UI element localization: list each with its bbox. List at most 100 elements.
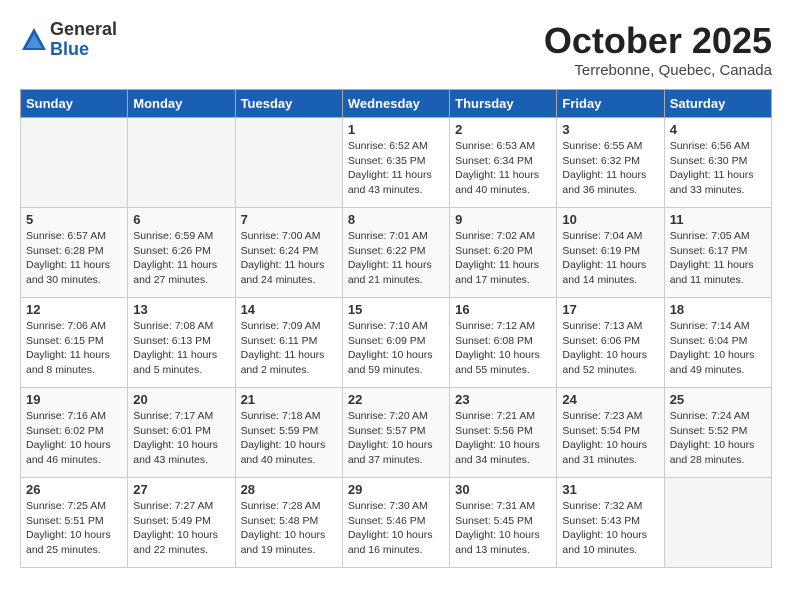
day-number: 1 xyxy=(348,122,444,137)
calendar-cell: 17Sunrise: 7:13 AMSunset: 6:06 PMDayligh… xyxy=(557,298,664,388)
day-info: Sunrise: 6:56 AMSunset: 6:30 PMDaylight:… xyxy=(670,139,766,198)
day-number: 31 xyxy=(562,482,658,497)
calendar-cell: 15 Sunrise: 7:10 AMSunset: 6:09 PMDayligh… xyxy=(342,298,449,388)
logo-icon xyxy=(20,26,48,54)
day-info: Sunrise: 7:18 AMSunset: 5:59 PMDaylight:… xyxy=(241,409,337,468)
logo-general: General xyxy=(50,20,117,40)
calendar-cell: 18 Sunrise: 7:14 AMSunset: 6:04 PMDayligh… xyxy=(664,298,771,388)
calendar-cell: 30Sunrise: 7:31 AMSunset: 5:45 PMDayligh… xyxy=(450,478,557,568)
day-number: 6 xyxy=(133,212,229,227)
day-number: 7 xyxy=(241,212,337,227)
day-number: 10 xyxy=(562,212,658,227)
day-info: Sunrise: 7:24 AMSunset: 5:52 PMDaylight:… xyxy=(670,409,766,468)
day-number: 16 xyxy=(455,302,551,317)
day-info: Sunrise: 6:55 AMSunset: 6:32 PMDaylight:… xyxy=(562,139,658,198)
day-info: Sunrise: 6:53 AMSunset: 6:34 PMDaylight:… xyxy=(455,139,551,198)
calendar-cell: 21 Sunrise: 7:18 AMSunset: 5:59 PMDayligh… xyxy=(235,388,342,478)
day-info: Sunrise: 7:00 AMSunset: 6:24 PMDaylight:… xyxy=(241,229,337,288)
day-number: 2 xyxy=(455,122,551,137)
day-number: 3 xyxy=(562,122,658,137)
month-title: October 2025 xyxy=(544,20,772,62)
day-info: Sunrise: 7:13 AMSunset: 6:06 PMDaylight:… xyxy=(562,319,658,378)
day-header-sunday: Sunday xyxy=(21,90,128,118)
day-info: Sunrise: 6:57 AMSunset: 6:28 PMDaylight:… xyxy=(26,229,122,288)
calendar-cell: 11Sunrise: 7:05 AMSunset: 6:17 PMDayligh… xyxy=(664,208,771,298)
day-info: Sunrise: 7:27 AMSunset: 5:49 PMDaylight:… xyxy=(133,499,229,558)
calendar-header-row: SundayMondayTuesdayWednesdayThursdayFrid… xyxy=(21,90,772,118)
day-number: 15 xyxy=(348,302,444,317)
calendar-cell xyxy=(664,478,771,568)
day-info: Sunrise: 7:12 AMSunset: 6:08 PMDaylight:… xyxy=(455,319,551,378)
calendar-week-2: 5 Sunrise: 6:57 AMSunset: 6:28 PMDaylight… xyxy=(21,208,772,298)
day-number: 4 xyxy=(670,122,766,137)
calendar-cell: 10 Sunrise: 7:04 AMSunset: 6:19 PMDayligh… xyxy=(557,208,664,298)
day-info: Sunrise: 7:23 AMSunset: 5:54 PMDaylight:… xyxy=(562,409,658,468)
day-info: Sunrise: 6:52 AMSunset: 6:35 PMDaylight:… xyxy=(348,139,444,198)
location: Terrebonne, Quebec, Canada xyxy=(544,62,772,79)
day-info: Sunrise: 7:28 AMSunset: 5:48 PMDaylight:… xyxy=(241,499,337,558)
calendar-cell: 24 Sunrise: 7:23 AMSunset: 5:54 PMDayligh… xyxy=(557,388,664,478)
calendar-cell: 8 Sunrise: 7:01 AMSunset: 6:22 PMDaylight… xyxy=(342,208,449,298)
day-number: 20 xyxy=(133,392,229,407)
day-info: Sunrise: 7:05 AMSunset: 6:17 PMDaylight:… xyxy=(670,229,766,288)
day-info: Sunrise: 7:14 AMSunset: 6:04 PMDaylight:… xyxy=(670,319,766,378)
day-info: Sunrise: 7:09 AMSunset: 6:11 PMDaylight:… xyxy=(241,319,337,378)
calendar-cell xyxy=(128,118,235,208)
calendar-cell: 4 Sunrise: 6:56 AMSunset: 6:30 PMDaylight… xyxy=(664,118,771,208)
page-header: General Blue October 2025 Terrebonne, Qu… xyxy=(20,20,772,79)
calendar-cell xyxy=(235,118,342,208)
calendar-cell: 23Sunrise: 7:21 AMSunset: 5:56 PMDayligh… xyxy=(450,388,557,478)
day-number: 5 xyxy=(26,212,122,227)
day-number: 29 xyxy=(348,482,444,497)
day-header-friday: Friday xyxy=(557,90,664,118)
calendar-cell: 29Sunrise: 7:30 AMSunset: 5:46 PMDayligh… xyxy=(342,478,449,568)
calendar-week-1: 1 Sunrise: 6:52 AMSunset: 6:35 PMDaylight… xyxy=(21,118,772,208)
day-info: Sunrise: 7:25 AMSunset: 5:51 PMDaylight:… xyxy=(26,499,122,558)
calendar-cell: 7 Sunrise: 7:00 AMSunset: 6:24 PMDaylight… xyxy=(235,208,342,298)
day-info: Sunrise: 7:04 AMSunset: 6:19 PMDaylight:… xyxy=(562,229,658,288)
calendar-cell: 12Sunrise: 7:06 AMSunset: 6:15 PMDayligh… xyxy=(21,298,128,388)
day-number: 25 xyxy=(670,392,766,407)
calendar-cell: 14 Sunrise: 7:09 AMSunset: 6:11 PMDayligh… xyxy=(235,298,342,388)
calendar-week-4: 19 Sunrise: 7:16 AMSunset: 6:02 PMDayligh… xyxy=(21,388,772,478)
calendar-week-3: 12Sunrise: 7:06 AMSunset: 6:15 PMDayligh… xyxy=(21,298,772,388)
calendar-cell: 25 Sunrise: 7:24 AMSunset: 5:52 PMDayligh… xyxy=(664,388,771,478)
calendar-cell: 27 Sunrise: 7:27 AMSunset: 5:49 PMDayligh… xyxy=(128,478,235,568)
day-number: 8 xyxy=(348,212,444,227)
calendar-cell: 16 Sunrise: 7:12 AMSunset: 6:08 PMDayligh… xyxy=(450,298,557,388)
day-number: 21 xyxy=(241,392,337,407)
calendar-cell: 31 Sunrise: 7:32 AMSunset: 5:43 PMDayligh… xyxy=(557,478,664,568)
calendar-cell: 5 Sunrise: 6:57 AMSunset: 6:28 PMDaylight… xyxy=(21,208,128,298)
day-number: 30 xyxy=(455,482,551,497)
day-header-tuesday: Tuesday xyxy=(235,90,342,118)
calendar-cell: 6 Sunrise: 6:59 AMSunset: 6:26 PMDaylight… xyxy=(128,208,235,298)
day-info: Sunrise: 7:16 AMSunset: 6:02 PMDaylight:… xyxy=(26,409,122,468)
day-info: Sunrise: 7:20 AMSunset: 5:57 PMDaylight:… xyxy=(348,409,444,468)
day-number: 13 xyxy=(133,302,229,317)
title-block: October 2025 Terrebonne, Quebec, Canada xyxy=(544,20,772,79)
calendar-cell: 2 Sunrise: 6:53 AMSunset: 6:34 PMDaylight… xyxy=(450,118,557,208)
calendar-cell: 20 Sunrise: 7:17 AMSunset: 6:01 PMDayligh… xyxy=(128,388,235,478)
day-info: Sunrise: 7:01 AMSunset: 6:22 PMDaylight:… xyxy=(348,229,444,288)
day-info: Sunrise: 7:17 AMSunset: 6:01 PMDaylight:… xyxy=(133,409,229,468)
calendar-cell: 26 Sunrise: 7:25 AMSunset: 5:51 PMDayligh… xyxy=(21,478,128,568)
day-info: Sunrise: 7:08 AMSunset: 6:13 PMDaylight:… xyxy=(133,319,229,378)
day-info: Sunrise: 7:06 AMSunset: 6:15 PMDaylight:… xyxy=(26,319,122,378)
day-info: Sunrise: 7:02 AMSunset: 6:20 PMDaylight:… xyxy=(455,229,551,288)
day-info: Sunrise: 6:59 AMSunset: 6:26 PMDaylight:… xyxy=(133,229,229,288)
day-number: 27 xyxy=(133,482,229,497)
day-info: Sunrise: 7:21 AMSunset: 5:56 PMDaylight:… xyxy=(455,409,551,468)
calendar-cell: 19 Sunrise: 7:16 AMSunset: 6:02 PMDayligh… xyxy=(21,388,128,478)
day-number: 14 xyxy=(241,302,337,317)
day-number: 18 xyxy=(670,302,766,317)
day-info: Sunrise: 7:32 AMSunset: 5:43 PMDaylight:… xyxy=(562,499,658,558)
day-info: Sunrise: 7:10 AMSunset: 6:09 PMDaylight:… xyxy=(348,319,444,378)
day-number: 22 xyxy=(348,392,444,407)
logo-text: General Blue xyxy=(50,20,117,60)
logo-blue: Blue xyxy=(50,40,117,60)
day-number: 26 xyxy=(26,482,122,497)
calendar-cell xyxy=(21,118,128,208)
day-number: 24 xyxy=(562,392,658,407)
day-number: 19 xyxy=(26,392,122,407)
logo: General Blue xyxy=(20,20,117,60)
